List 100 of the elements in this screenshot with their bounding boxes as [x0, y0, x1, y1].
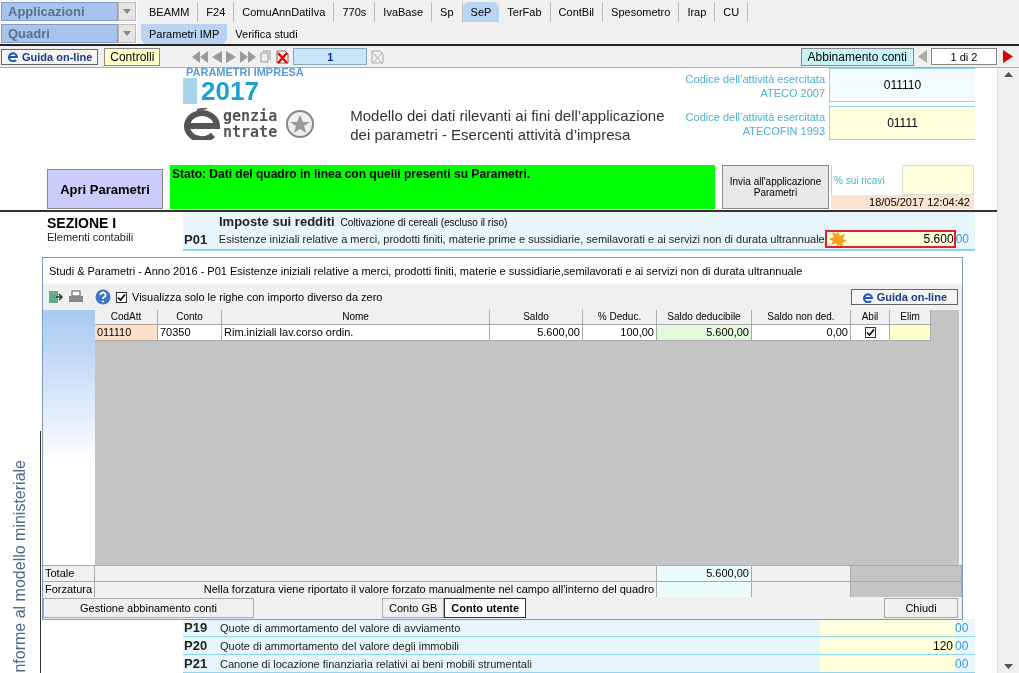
model-title: Modello dei dati rilevanti ai fini dell’applicazione dei parametri - Esercenti attività d’impresa: [350, 106, 666, 145]
module-tab[interactable]: TerFab: [499, 2, 551, 22]
side-caption: nforme al modello ministeriale: [11, 460, 29, 673]
column-header[interactable]: Saldo: [490, 310, 583, 325]
code-sublabel: ATECOFIN 1993: [741, 124, 825, 138]
logo-bar: [183, 78, 197, 104]
column-header[interactable]: Saldo non ded.: [752, 310, 851, 325]
scroll-up-icon[interactable]: [1004, 72, 1013, 77]
decimal-digits: 00: [955, 232, 970, 246]
revenue-field[interactable]: [902, 165, 974, 195]
module-tab[interactable]: ComuAnnDatiIva: [234, 2, 335, 22]
activity-description: Coltivazione di cereali (escluso il riso): [340, 217, 508, 228]
printer-icon[interactable]: [68, 290, 84, 304]
module-tab[interactable]: Sp: [432, 2, 463, 22]
group-title: Imposte sui redditi: [219, 214, 335, 229]
dropdown-caret-icon[interactable]: [123, 9, 131, 14]
last-page-icon[interactable]: [240, 50, 257, 63]
amount-field[interactable]: [820, 655, 955, 672]
next-page-icon[interactable]: [1003, 50, 1013, 63]
online-help-button[interactable]: Guida on-line: [850, 289, 958, 305]
help-icon[interactable]: [95, 289, 111, 305]
row-code: P01: [183, 231, 209, 247]
logo-title: PARAMETRI IMPRESA: [185, 68, 305, 78]
delete-page-icon[interactable]: [276, 49, 290, 64]
override-label: Forzatura: [43, 581, 95, 597]
code-label: Codice dell’attività esercitata: [685, 72, 825, 86]
column-header[interactable]: % Deduc.: [583, 310, 657, 325]
page-indicator: 1 di 2: [931, 48, 997, 65]
section-title: SEZIONE I: [47, 215, 118, 231]
sub-tab[interactable]: Verifica studi: [227, 24, 306, 44]
agency-logo-text: genzia: [223, 108, 278, 124]
module-tab[interactable]: F24: [198, 2, 235, 22]
timestamp: 18/05/2017 12:04:42: [831, 195, 974, 209]
dialog-button[interactable]: Gestione abbinamento conti: [43, 598, 254, 618]
logo-year: 2017: [201, 78, 259, 104]
decimal-digits: 00: [955, 620, 970, 635]
module-tab[interactable]: IvaBase: [375, 2, 433, 22]
checkbox[interactable]: [116, 291, 127, 303]
decimal-digits: 00: [955, 656, 970, 671]
row-label: Esistenze iniziali relative a merci, prodotti finiti, materie prime e sussidiarie, semilavorati e ai servizi non di durata ultrannuale: [218, 233, 825, 245]
amount-field[interactable]: 120: [820, 637, 955, 654]
module-tab[interactable]: Spesometro: [603, 2, 680, 22]
online-help-button[interactable]: Guida on-line: [1, 48, 99, 65]
table-cell: 5.600,00: [490, 325, 583, 341]
table-cell: 5.600,00: [657, 325, 752, 341]
code-sublabel: ATECO 2007: [759, 86, 825, 100]
override-note: Nella forzatura viene riportato il valore forzato manualmente nel campo all'interno del quadro: [95, 581, 657, 597]
table-cell: 0,00: [752, 325, 851, 341]
page-number-field[interactable]: 1: [293, 48, 368, 65]
next-page-icon[interactable]: [226, 50, 237, 63]
row-label: Quote di ammortamento del valore di avviamento: [220, 621, 462, 634]
sub-tab[interactable]: Parametri IMP: [141, 24, 228, 44]
section-subtitle: Elementi contabili: [47, 231, 135, 243]
new-page-icon[interactable]: [260, 50, 273, 63]
dialog-button[interactable]: Conto utente: [444, 598, 527, 618]
first-page-icon[interactable]: [192, 50, 209, 63]
module-tab[interactable]: ContBil: [550, 2, 604, 22]
open-parameters-button[interactable]: Apri Parametri: [47, 169, 163, 209]
override-field[interactable]: [657, 581, 752, 597]
checkbox[interactable]: [864, 327, 876, 338]
module-tab[interactable]: 770s: [334, 2, 376, 22]
controls-button[interactable]: Controlli: [104, 47, 161, 66]
send-to-parameters-button[interactable]: Invia all'applicazione Parametri: [722, 165, 829, 209]
module-tab[interactable]: CU: [715, 2, 749, 22]
column-header[interactable]: CodAtt: [95, 310, 158, 325]
dialog-button[interactable]: Conto GB: [382, 598, 445, 618]
row-code: P20: [183, 638, 209, 653]
dialog-button[interactable]: Chiudi: [884, 598, 958, 618]
amount-field[interactable]: 5.600: [824, 230, 956, 248]
column-header[interactable]: Saldo deducibile: [657, 310, 752, 325]
row-code: P21: [183, 656, 209, 671]
previous-page-icon[interactable]: [212, 50, 223, 63]
dropdown-caret-icon[interactable]: [123, 31, 131, 36]
browser-e-icon: [861, 291, 873, 303]
row-label: Canone di locazione finanziaria relativi ai beni mobili strumentali: [220, 657, 533, 670]
decimal-digits: 00: [955, 638, 970, 653]
module-tab[interactable]: BEAMM: [141, 2, 199, 22]
activity-code-field[interactable]: 01111: [829, 106, 975, 140]
scroll-down-icon[interactable]: [1004, 664, 1013, 669]
table-cell: 100,00: [583, 325, 657, 341]
activity-code-field[interactable]: 011110: [829, 68, 975, 102]
row-code: P19: [183, 620, 209, 635]
column-header[interactable]: Elim: [890, 310, 931, 325]
table-cell: 011110: [95, 325, 158, 341]
emblem-icon: [285, 109, 316, 139]
column-header[interactable]: Conto: [158, 310, 222, 325]
total-value: 5.600,00: [657, 565, 752, 581]
row-label: Quote di ammortamento del valore degli immobili: [220, 639, 461, 652]
match-accounts-button[interactable]: Abbinamento conti: [800, 47, 914, 66]
filter-label: Visualizza solo le righe con importo diverso da zero: [132, 291, 383, 303]
agency-e-logo-icon: [183, 108, 221, 140]
module-tab[interactable]: Irap: [679, 2, 716, 22]
agency-logo-text: ntrate: [223, 124, 278, 140]
previous-page-icon[interactable]: [918, 50, 927, 63]
column-header[interactable]: Nome: [222, 310, 490, 325]
export-icon[interactable]: [48, 290, 63, 304]
table-cell: Rim.iniziali lav.corso ordin.: [222, 325, 490, 341]
starburst-icon: [828, 231, 847, 247]
column-header[interactable]: Abil: [851, 310, 890, 325]
module-tab[interactable]: SeP: [462, 2, 500, 22]
